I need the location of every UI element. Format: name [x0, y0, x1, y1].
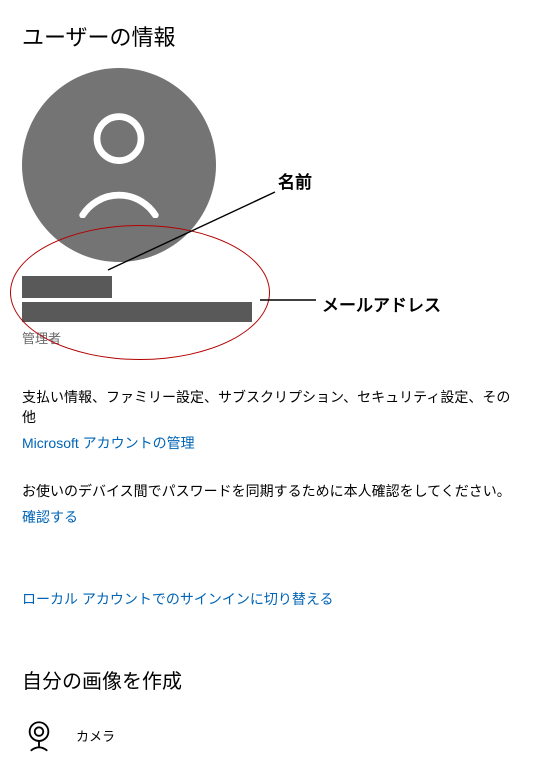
local-signin-link[interactable]: ローカル アカウントでのサインインに切り替える — [22, 589, 333, 609]
manage-account-link[interactable]: Microsoft アカウントの管理 — [22, 433, 195, 453]
user-name-redacted — [22, 276, 112, 298]
create-picture-title: 自分の画像を作成 — [22, 665, 515, 694]
person-icon — [71, 108, 167, 223]
camera-icon — [22, 718, 56, 752]
user-email-redacted — [22, 302, 252, 322]
page-title: ユーザーの情報 — [22, 20, 515, 52]
camera-button[interactable]: カメラ — [22, 718, 515, 752]
account-description: 支払い情報、ファミリー設定、サブスクリプション、セキュリティ設定、その他 — [22, 387, 515, 427]
verify-link[interactable]: 確認する — [22, 507, 78, 527]
user-avatar — [22, 68, 216, 262]
user-role: 管理者 — [22, 328, 515, 347]
verify-prompt: お使いのデバイス間でパスワードを同期するために本人確認をしてください。 — [22, 481, 515, 501]
camera-label: カメラ — [76, 726, 115, 745]
